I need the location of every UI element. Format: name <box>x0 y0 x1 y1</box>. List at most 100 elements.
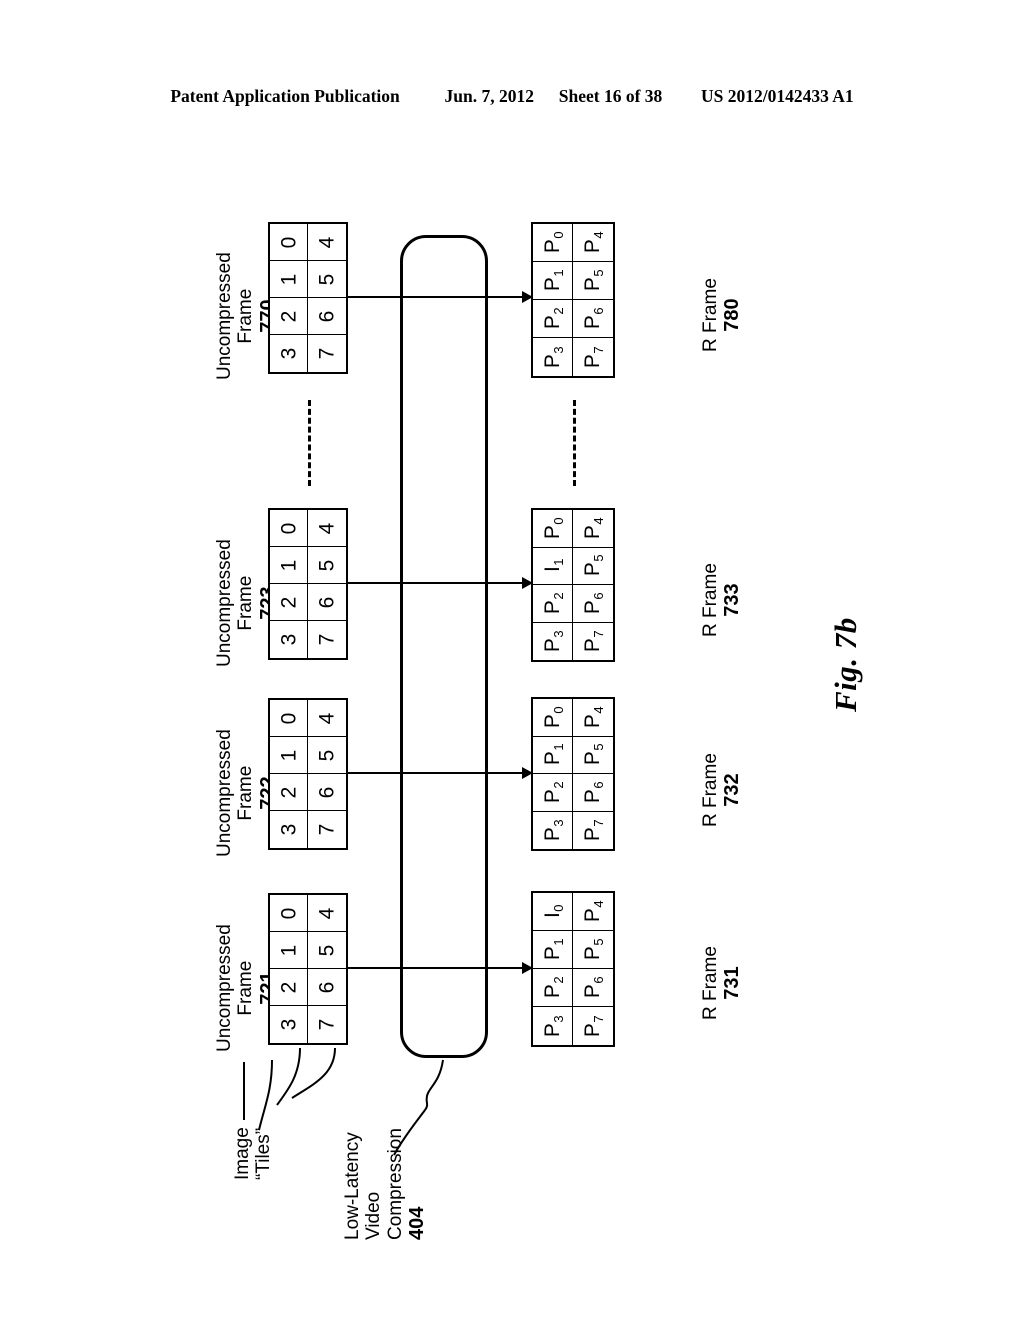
compression-line1: Low-Latency <box>342 1132 363 1240</box>
rframe-tile-6: P6 <box>581 781 607 803</box>
tile-cell: P6 <box>573 969 613 1007</box>
image-tiles-callout: Image “Tiles” <box>232 1127 275 1180</box>
patent-figure: Uncompressed Frame 721 0 4 1 5 2 6 3 7 I… <box>0 0 1024 1320</box>
rframe-tile-7: P7 <box>581 345 607 368</box>
rframe-tile-5: P5 <box>581 269 607 292</box>
frame-label-line1: Uncompressed <box>214 252 235 380</box>
rframe-tile-2: P2 <box>541 976 566 999</box>
rframe-tile-1: I1 <box>540 558 566 573</box>
frame-ref-number: 733 <box>721 583 744 617</box>
rframe-tile-2: P2 <box>541 781 566 803</box>
tile-cell: 2 <box>270 584 308 621</box>
tile-cell: P7 <box>573 338 613 376</box>
rframe-tile-1: P1 <box>541 938 566 961</box>
frame-label-line1: Uncompressed <box>214 729 235 857</box>
rframe-tile-7: P7 <box>581 630 607 652</box>
tile-cell: 7 <box>308 811 346 848</box>
tile-cell: 4 <box>308 224 346 261</box>
r-frame-732-grid: P0 P4 P1 P5 P2 P6 P3 P7 <box>531 697 615 851</box>
compression-arrow-721 <box>348 962 533 974</box>
tile-cell: 4 <box>308 895 346 932</box>
tile-cell: 5 <box>308 932 346 969</box>
tile-cell: 2 <box>270 774 308 811</box>
tile-cell: P1 <box>533 262 573 300</box>
compression-arrow-723 <box>348 577 533 589</box>
tile-cell: 7 <box>308 1006 346 1043</box>
rframe-tile-4: P4 <box>581 517 607 539</box>
r-frame-731-grid: I0 P4 P1 P5 P2 P6 P3 P7 <box>531 891 615 1047</box>
rframe-tile-5: P5 <box>581 554 607 577</box>
rframe-tile-6: P6 <box>581 592 607 614</box>
rframe-tile-3: P3 <box>541 1014 566 1037</box>
compression-arrow-722 <box>348 767 533 779</box>
r-frames-ellipsis <box>573 400 576 486</box>
tile-cell: P7 <box>573 811 613 849</box>
tile-cell: 1 <box>270 261 308 298</box>
tile-cell: 7 <box>308 621 346 658</box>
tile-cell: 4 <box>308 700 346 737</box>
tile-cell: 0 <box>270 700 308 737</box>
leader-lines <box>243 1047 444 1156</box>
tile-cell: P4 <box>573 699 613 737</box>
figure-caption: Fig. 7b <box>828 617 863 712</box>
tile-cell: P7 <box>573 622 613 660</box>
leader-tile-a <box>258 1059 273 1131</box>
frame-label-line1: Uncompressed <box>214 539 235 667</box>
tile-cell: I0 <box>533 893 573 931</box>
leader-tile-c <box>291 1047 336 1099</box>
r-frame-733-label: R Frame 733 <box>700 563 744 637</box>
tile-cell: 7 <box>308 335 346 372</box>
frame-label-line2: Frame <box>235 960 257 1016</box>
tile-cell: P3 <box>533 622 573 660</box>
rframe-tile-4: P4 <box>581 900 607 923</box>
tile-cell: P3 <box>533 811 573 849</box>
rframe-tile-7: P7 <box>581 1014 607 1037</box>
rframe-tile-4: P4 <box>581 706 607 728</box>
tile-cell: 6 <box>308 969 346 1006</box>
frame-label-line2: Frame <box>235 288 257 344</box>
rframe-tile-2: P2 <box>541 592 566 614</box>
tile-cell: 0 <box>270 895 308 932</box>
tile-cell: P5 <box>573 931 613 969</box>
tile-cell: P2 <box>533 774 573 812</box>
compression-line2: Video <box>363 1191 385 1240</box>
tile-cell: P1 <box>533 736 573 774</box>
r-frame-731-label: R Frame 731 <box>700 946 744 1020</box>
compression-line3: Compression <box>384 1128 406 1240</box>
tile-cell: P5 <box>573 262 613 300</box>
uncompressed-frame-722-grid: 0 4 1 5 2 6 3 7 <box>268 698 348 850</box>
frame-ref-number: 780 <box>721 298 744 332</box>
tile-cell: P6 <box>573 585 613 623</box>
tile-cell: P2 <box>533 300 573 338</box>
frame-ref-number: 731 <box>721 966 744 1000</box>
rframe-tile-2: P2 <box>541 307 566 330</box>
frame-label-line2: Frame <box>235 575 257 631</box>
tile-cell: 1 <box>270 547 308 584</box>
tile-cell: 3 <box>270 811 308 848</box>
frame-ref-number: 732 <box>721 773 744 807</box>
uncompressed-frame-721-grid: 0 4 1 5 2 6 3 7 <box>268 893 348 1045</box>
rframe-tile-5: P5 <box>581 743 607 766</box>
image-tiles-line1: Image <box>232 1127 253 1180</box>
low-latency-video-compression-box <box>400 235 488 1058</box>
rframe-tile-6: P6 <box>581 307 607 330</box>
rframe-tile-0: I0 <box>540 904 566 919</box>
compression-arrow-770 <box>348 291 533 303</box>
tile-cell: P2 <box>533 585 573 623</box>
tile-cell: I1 <box>533 547 573 585</box>
tile-cell: P2 <box>533 969 573 1007</box>
tile-cell: 0 <box>270 224 308 261</box>
frame-label-line1: R Frame <box>700 278 721 352</box>
tile-cell: P3 <box>533 338 573 376</box>
r-frame-780-grid: P0 P4 P1 P5 P2 P6 P3 P7 <box>531 222 615 378</box>
tile-cell: P3 <box>533 1007 573 1045</box>
tile-cell: 5 <box>308 547 346 584</box>
rframe-tile-6: P6 <box>581 976 607 999</box>
tile-cell: P0 <box>533 224 573 262</box>
compression-callout: Low-Latency Video Compression 404 <box>342 1128 428 1240</box>
rframe-tile-1: P1 <box>541 743 566 766</box>
rframe-tile-0: P0 <box>541 517 566 539</box>
tile-cell: 6 <box>308 774 346 811</box>
tile-cell: 3 <box>270 1006 308 1043</box>
r-frame-733-grid: P0 P4 I1 P5 P2 P6 P3 P7 <box>531 508 615 662</box>
